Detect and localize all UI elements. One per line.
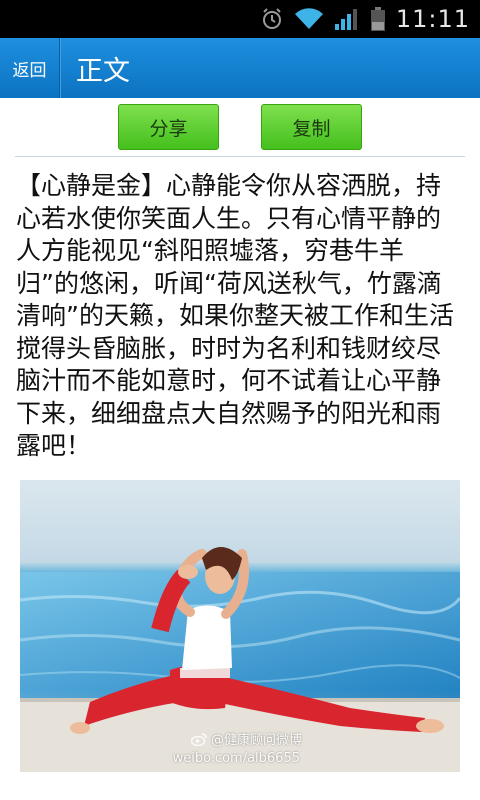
divider: [15, 156, 465, 157]
weibo-logo-icon: [190, 732, 207, 746]
status-time: 11:11: [395, 5, 470, 33]
status-bar: 11:11: [0, 0, 480, 38]
page-title: 正文: [76, 55, 130, 87]
battery-icon: [370, 6, 386, 32]
photo-watermark: @健康顾问微博: [190, 729, 302, 748]
alarm-icon: [260, 7, 284, 31]
share-button[interactable]: 分享: [118, 104, 219, 150]
article-text: 【心静是金】心静能令你从容洒脱，持心若水使你笑面人生。只有心情平静的人方能视见“…: [16, 171, 454, 460]
watermark-url: weibo.com/alb6655: [172, 751, 300, 766]
action-bar: 分享 复制: [0, 104, 480, 150]
back-button[interactable]: 返回: [0, 38, 60, 98]
copy-button[interactable]: 复制: [261, 104, 362, 150]
yoga-photo: @健康顾问微博 weibo.com/alb6655: [20, 480, 460, 772]
wifi-icon: [294, 7, 324, 31]
watermark-name: @健康顾问微博: [210, 733, 302, 748]
signal-icon: [334, 7, 360, 31]
title-bar: 返回 正文: [0, 38, 480, 98]
